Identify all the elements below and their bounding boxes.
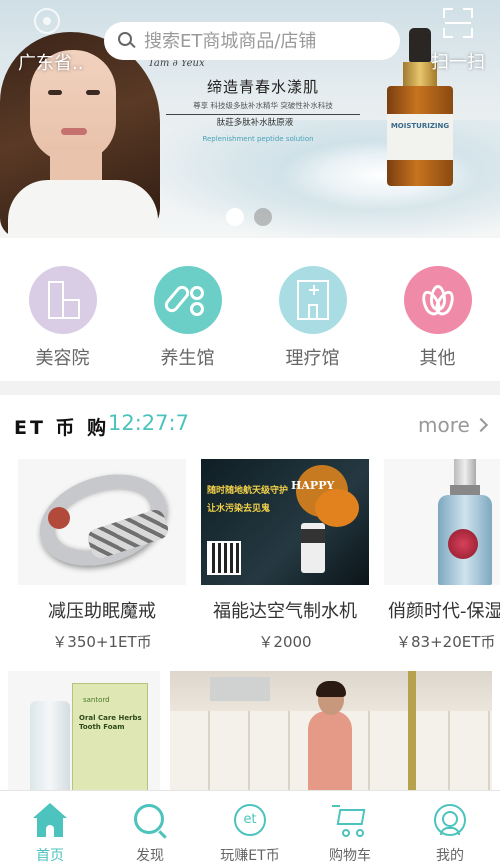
qr-code-icon [207, 541, 241, 575]
nav-item-profile[interactable]: 我的 [400, 791, 500, 865]
nav-label: 首页 [36, 848, 64, 864]
more-link[interactable]: more [418, 413, 488, 437]
banner-subtitle: 尊享 科技级多肽补水精华 突破性补水科技 [166, 100, 360, 115]
category-label: 美容院 [35, 348, 90, 369]
product-box-title: Oral Care Herbs Tooth Foam [79, 714, 142, 731]
product-name: 减压助眠魔戒 [48, 601, 156, 622]
banner-title: 缔造青春水漾肌 [206, 78, 319, 96]
lotus-icon [403, 266, 472, 334]
search-bar[interactable] [104, 22, 400, 60]
category-wellness-center[interactable]: 养生馆 [138, 266, 238, 381]
brand-label: santord [83, 696, 110, 704]
category-other[interactable]: 其他 [388, 266, 488, 381]
scan-label: 扫一扫 [431, 52, 485, 73]
category-grid: 美容院 养生馆 理疗馆 其他 [0, 238, 500, 381]
profile-icon [432, 803, 468, 839]
image-caption: 随时随地航天级守护 [207, 486, 289, 496]
product-price: ￥2000 [258, 633, 312, 651]
product-image-water-machine[interactable]: HAPPY 随时随地航天级守护 让水污染去见鬼 [201, 459, 369, 585]
product-price: ￥83+20ET币 [396, 633, 496, 651]
product-name: 俏颜时代-保湿 [388, 601, 500, 622]
nav-item-earn-et[interactable]: et 玩赚ET币 [200, 791, 300, 865]
product-image-spray-bottle[interactable] [384, 459, 500, 585]
product-card[interactable]: 减压助眠魔戒 ￥350+1ET币 [16, 459, 188, 652]
nav-item-home[interactable]: 首页 [0, 791, 100, 865]
category-label: 其他 [419, 348, 456, 369]
discover-icon [132, 803, 168, 839]
carousel-indicator [226, 208, 272, 226]
bottle-label: MOISTURIZING [387, 114, 453, 160]
scan-icon [443, 8, 473, 38]
product-card[interactable]: 俏颜时代-保湿 ￥83+20ET币 [382, 459, 500, 652]
section-header: ET 币 购 12:27:7 more [0, 395, 500, 451]
carousel-dot[interactable] [254, 208, 272, 226]
promo-banner[interactable]: Tam ∂ Yeux 缔造青春水漾肌 尊享 科技级多肽补水精华 突破性补水科技 … [0, 0, 500, 238]
pills-icon [153, 266, 222, 334]
location-icon[interactable] [34, 8, 60, 34]
countdown-timer: 12:27:7 [108, 411, 189, 435]
chevron-right-icon [473, 417, 488, 433]
product-image-ring[interactable] [18, 459, 186, 585]
category-therapy-center[interactable]: 理疗馆 [263, 266, 363, 381]
image-caption: HAPPY [291, 479, 335, 492]
product-card[interactable]: HAPPY 随时随地航天级守护 让水污染去见鬼 福能达空气制水机 ￥2000 [199, 459, 371, 652]
section-title: ET 币 购 [14, 417, 110, 439]
product-name: 福能达空气制水机 [213, 601, 357, 622]
banner-english-caption: Replenishment peptide solution [202, 135, 314, 143]
cart-icon [332, 803, 368, 839]
et-coin-section: ET 币 购 12:27:7 more 减压助眠魔戒 ￥350+1ET币 HAP… [0, 395, 500, 790]
search-icon [118, 32, 136, 50]
home-icon [32, 803, 68, 839]
clinic-icon [278, 266, 347, 334]
product-image-warehouse[interactable] [170, 671, 492, 790]
image-caption: 让水污染去见鬼 [207, 504, 271, 514]
product-price: ￥350+1ET币 [52, 633, 152, 651]
location-selector[interactable]: 广东省.. [18, 49, 83, 75]
nav-item-discover[interactable]: 发现 [100, 791, 200, 865]
category-beauty-salon[interactable]: 美容院 [13, 266, 113, 381]
carousel-dot-active[interactable] [226, 208, 244, 226]
search-input[interactable] [144, 30, 384, 52]
nav-label: 我的 [436, 848, 464, 864]
et-coin-icon: et [232, 803, 268, 839]
bottom-navigation: 首页 发现 et 玩赚ET币 购物车 我的 [0, 790, 500, 865]
category-label: 理疗馆 [285, 348, 340, 369]
category-label: 养生馆 [160, 348, 215, 369]
banner-product-name: 肽莊多肽补水肽原液 [216, 118, 294, 128]
scan-button[interactable]: 扫一扫 [427, 8, 489, 78]
more-label: more [418, 413, 470, 437]
product-image-tooth-foam[interactable]: santord Oral Care Herbs Tooth Foam [8, 671, 160, 790]
nav-label: 购物车 [329, 848, 371, 864]
nav-item-cart[interactable]: 购物车 [300, 791, 400, 865]
nav-label: 发现 [136, 848, 164, 864]
nav-label: 玩赚ET币 [220, 848, 280, 864]
building-icon [28, 266, 97, 334]
